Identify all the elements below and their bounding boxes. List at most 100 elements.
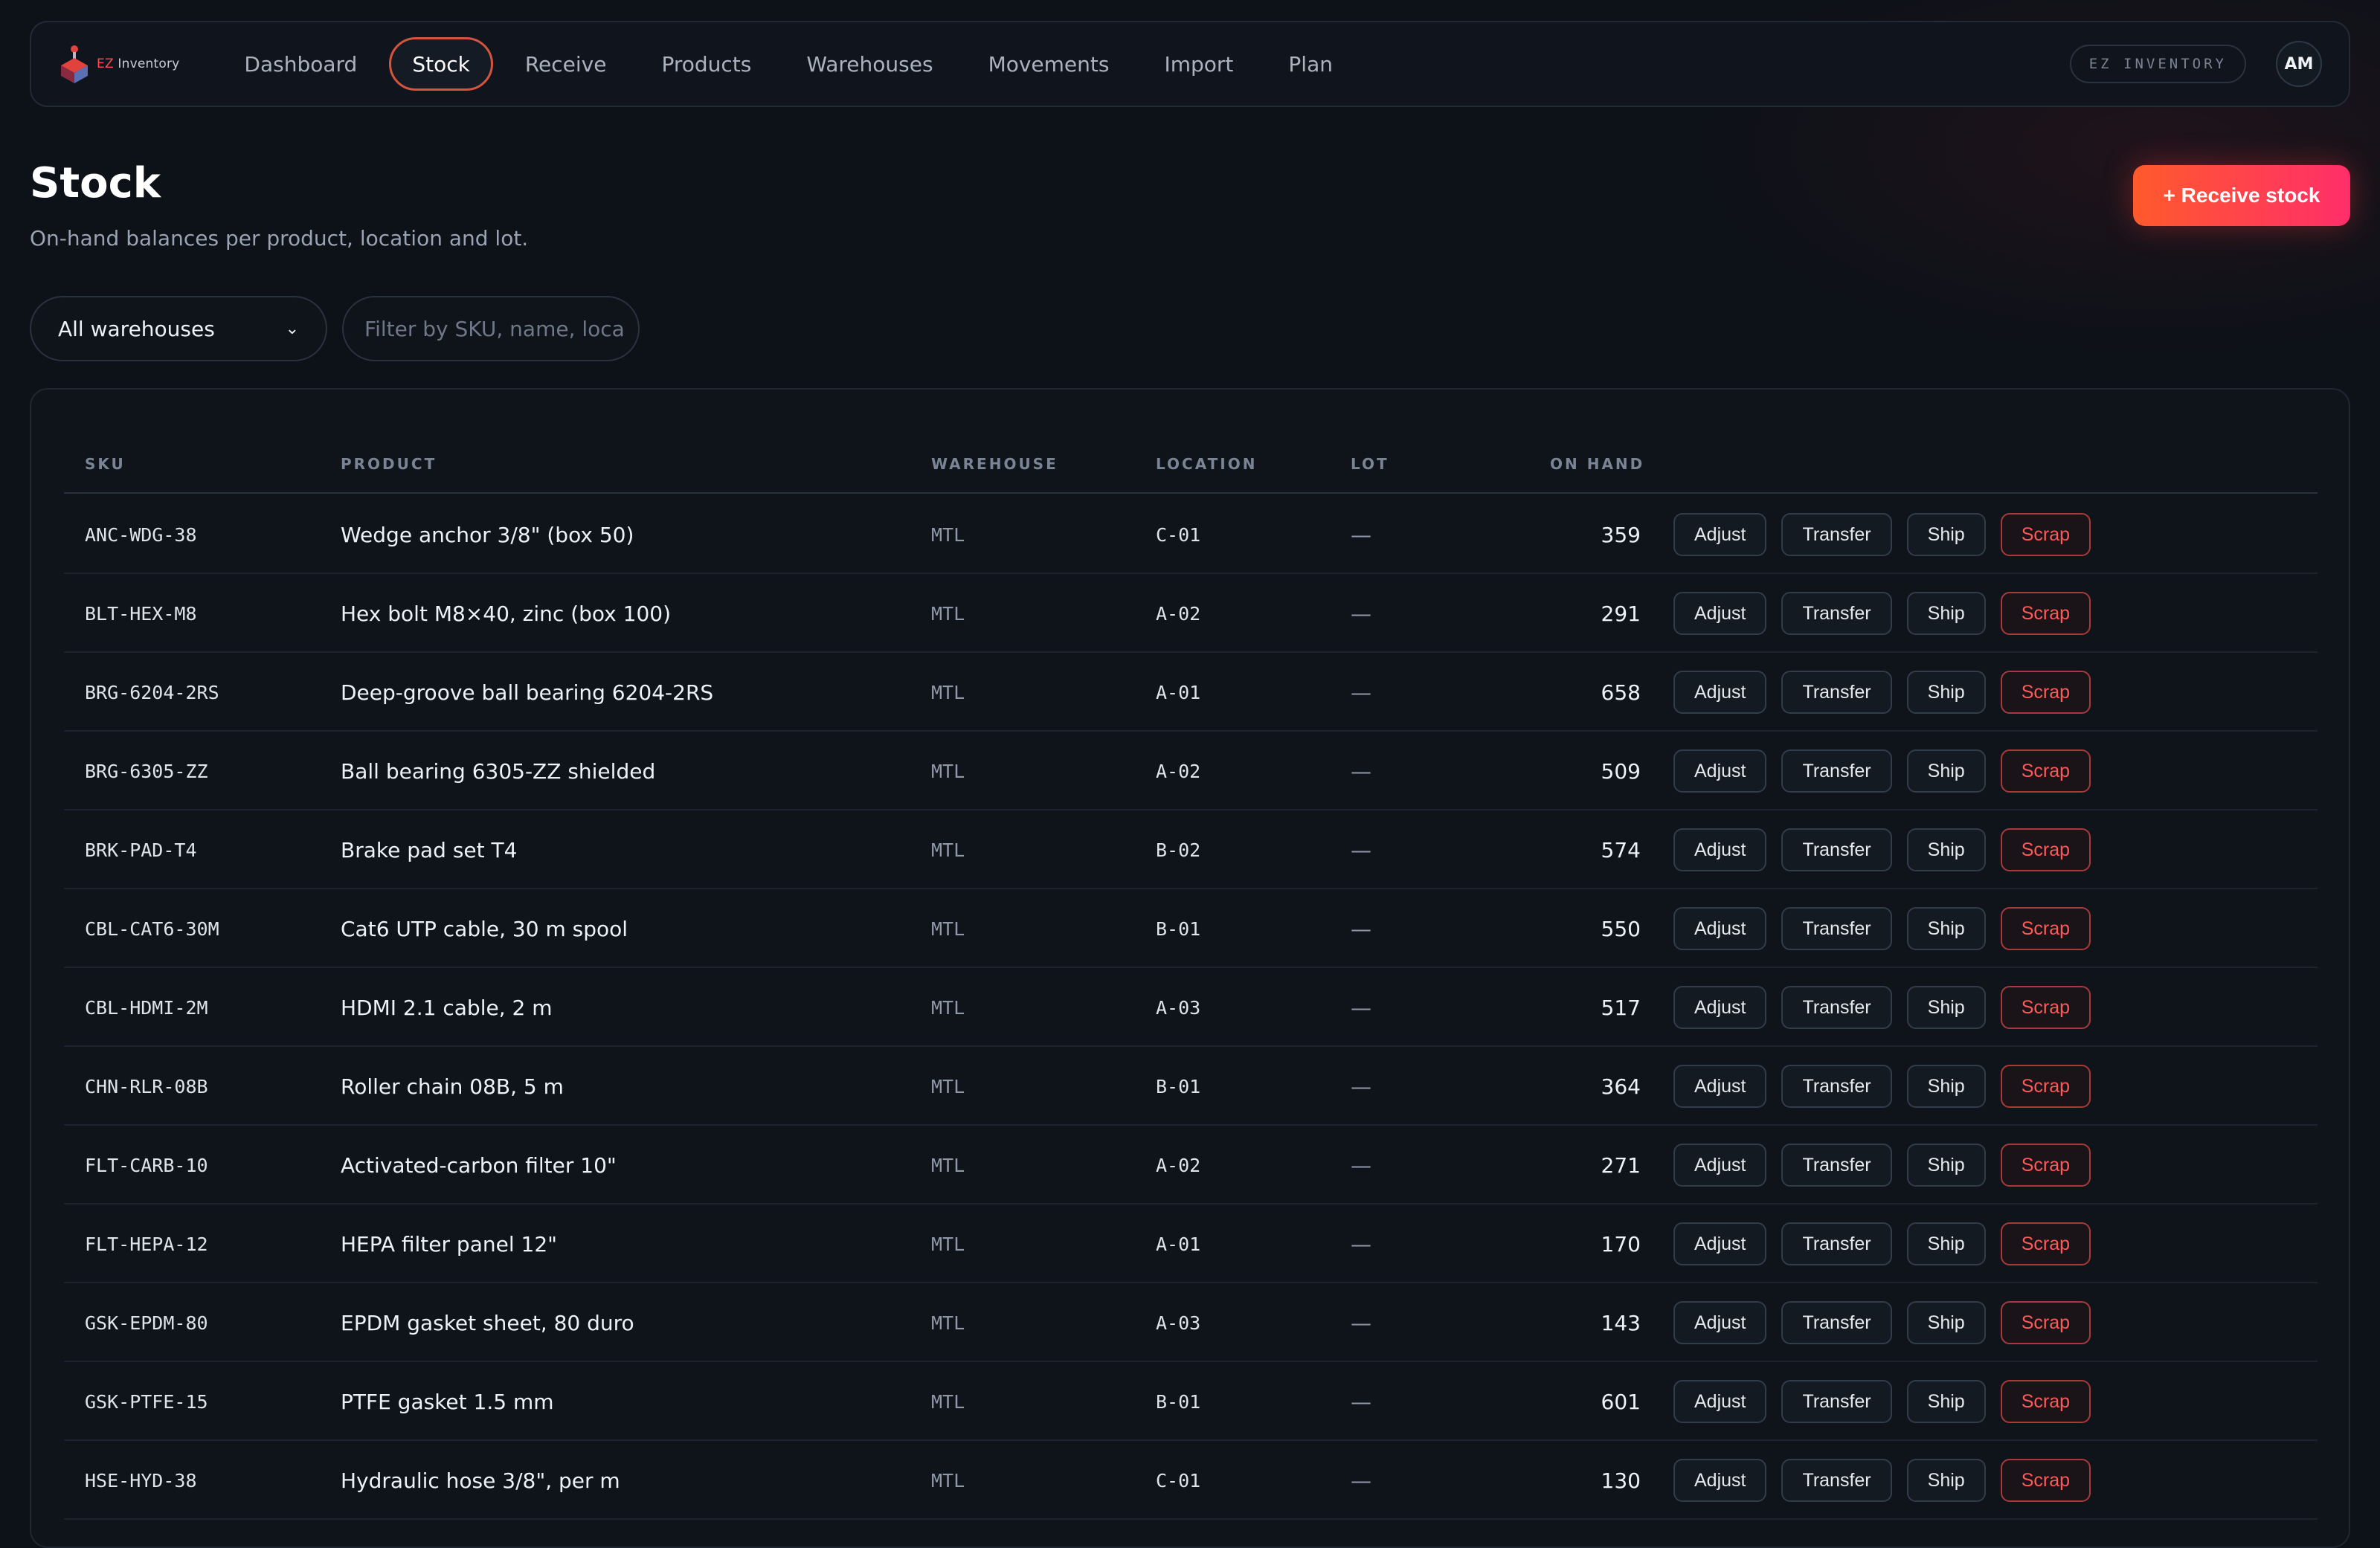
warehouse-cell: MTL <box>931 839 965 861</box>
ship-button[interactable]: Ship <box>1906 986 1986 1029</box>
location-cell: B-01 <box>1156 1390 1201 1413</box>
scrap-button[interactable]: Scrap <box>2000 1222 2091 1265</box>
table-row: ANC-WDG-38 Wedge anchor 3/8" (box 50) MTL C… <box>64 495 2318 574</box>
ship-button[interactable]: Ship <box>1906 1380 1986 1423</box>
transfer-button[interactable]: Transfer <box>1781 1301 1892 1344</box>
transfer-button[interactable]: Transfer <box>1781 1459 1892 1502</box>
transfer-button[interactable]: Transfer <box>1781 1380 1892 1423</box>
user-avatar[interactable]: AM <box>2276 41 2322 87</box>
adjust-button[interactable]: Adjust <box>1673 1301 1767 1344</box>
transfer-button[interactable]: Transfer <box>1781 749 1892 793</box>
row-actions: Adjust Transfer Ship Scrap <box>1673 1362 2091 1441</box>
on-hand-cell: 143 <box>1601 1310 1641 1335</box>
table-row: GSK-EPDM-80 EPDM gasket sheet, 80 duro MTL… <box>64 1283 2318 1362</box>
adjust-button[interactable]: Adjust <box>1673 1380 1767 1423</box>
scrap-button[interactable]: Scrap <box>2000 1380 2091 1423</box>
transfer-button[interactable]: Transfer <box>1781 1144 1892 1187</box>
nav-products[interactable]: Products <box>638 37 774 91</box>
ship-button[interactable]: Ship <box>1906 828 1986 871</box>
row-actions: Adjust Transfer Ship Scrap <box>1673 574 2091 653</box>
location-cell: A-02 <box>1156 1154 1201 1176</box>
adjust-button[interactable]: Adjust <box>1673 592 1767 635</box>
scrap-button[interactable]: Scrap <box>2000 828 2091 871</box>
product-cell: Ball bearing 6305-ZZ shielded <box>341 758 656 784</box>
location-cell: B-02 <box>1156 839 1201 861</box>
location-cell: A-01 <box>1156 681 1201 703</box>
table-row: FLT-CARB-10 Activated-carbon filter 10" MT… <box>64 1126 2318 1204</box>
ship-button[interactable]: Ship <box>1906 1301 1986 1344</box>
adjust-button[interactable]: Adjust <box>1673 1459 1767 1502</box>
lot-cell: — <box>1351 758 1371 784</box>
table-row: CHN-RLR-08B Roller chain 08B, 5 m MTL B-01 —… <box>64 1047 2318 1126</box>
scrap-button[interactable]: Scrap <box>2000 1065 2091 1108</box>
column-header-lot: LOT <box>1351 455 1389 473</box>
scrap-button[interactable]: Scrap <box>2000 1459 2091 1502</box>
ship-button[interactable]: Ship <box>1906 671 1986 714</box>
location-cell: B-01 <box>1156 1075 1201 1097</box>
ship-button[interactable]: Ship <box>1906 592 1986 635</box>
adjust-button[interactable]: Adjust <box>1673 907 1767 950</box>
product-cell: PTFE gasket 1.5 mm <box>341 1389 554 1414</box>
transfer-button[interactable]: Transfer <box>1781 828 1892 871</box>
transfer-button[interactable]: Transfer <box>1781 592 1892 635</box>
adjust-button[interactable]: Adjust <box>1673 749 1767 793</box>
transfer-button[interactable]: Transfer <box>1781 907 1892 950</box>
lot-cell: — <box>1351 916 1371 941</box>
nav-stock[interactable]: Stock <box>389 37 493 91</box>
adjust-button[interactable]: Adjust <box>1673 671 1767 714</box>
warehouse-select[interactable]: All warehouses ⌄ <box>30 296 327 361</box>
scrap-button[interactable]: Scrap <box>2000 513 2091 556</box>
nav-dashboard[interactable]: Dashboard <box>221 37 380 91</box>
adjust-button[interactable]: Adjust <box>1673 1065 1767 1108</box>
table-row: CBL-CAT6-30M Cat6 UTP cable, 30 m spool MT… <box>64 889 2318 968</box>
ship-button[interactable]: Ship <box>1906 513 1986 556</box>
ship-button[interactable]: Ship <box>1906 1222 1986 1265</box>
ship-button[interactable]: Ship <box>1906 1144 1986 1187</box>
location-cell: A-03 <box>1156 1312 1201 1334</box>
ship-button[interactable]: Ship <box>1906 1459 1986 1502</box>
brand-logo-icon <box>61 45 88 83</box>
adjust-button[interactable]: Adjust <box>1673 986 1767 1029</box>
page-subtitle: On-hand balances per product, location a… <box>30 226 529 251</box>
product-cell: Deep-groove ball bearing 6204-2RS <box>341 680 714 705</box>
adjust-button[interactable]: Adjust <box>1673 828 1767 871</box>
lot-cell: — <box>1351 1389 1371 1414</box>
top-navigation-bar: EZ Inventory Dashboard Stock Receive Pro… <box>30 21 2350 107</box>
nav-plan[interactable]: Plan <box>1265 37 1356 91</box>
sku-cell: CHN-RLR-08B <box>85 1075 208 1097</box>
warehouse-cell: MTL <box>931 1154 965 1176</box>
ship-button[interactable]: Ship <box>1906 749 1986 793</box>
ship-button[interactable]: Ship <box>1906 907 1986 950</box>
product-cell: HDMI 2.1 cable, 2 m <box>341 995 553 1020</box>
on-hand-cell: 271 <box>1601 1152 1641 1178</box>
product-cell: Brake pad set T4 <box>341 837 518 862</box>
brand[interactable]: EZ Inventory <box>58 43 179 85</box>
table-row: BRG-6305-ZZ Ball bearing 6305-ZZ shielded… <box>64 732 2318 810</box>
transfer-button[interactable]: Transfer <box>1781 513 1892 556</box>
on-hand-cell: 170 <box>1601 1231 1641 1257</box>
transfer-button[interactable]: Transfer <box>1781 671 1892 714</box>
filter-input[interactable]: Filter by SKU, name, loca <box>342 296 640 361</box>
nav-import[interactable]: Import <box>1141 37 1256 91</box>
table-row: GSK-PTFE-15 PTFE gasket 1.5 mm MTL B-01 — 601… <box>64 1362 2318 1441</box>
transfer-button[interactable]: Transfer <box>1781 1222 1892 1265</box>
scrap-button[interactable]: Scrap <box>2000 1301 2091 1344</box>
adjust-button[interactable]: Adjust <box>1673 1144 1767 1187</box>
transfer-button[interactable]: Transfer <box>1781 986 1892 1029</box>
adjust-button[interactable]: Adjust <box>1673 1222 1767 1265</box>
scrap-button[interactable]: Scrap <box>2000 907 2091 950</box>
adjust-button[interactable]: Adjust <box>1673 513 1767 556</box>
ship-button[interactable]: Ship <box>1906 1065 1986 1108</box>
scrap-button[interactable]: Scrap <box>2000 1144 2091 1187</box>
column-header-sku: SKU <box>85 455 126 473</box>
nav-movements[interactable]: Movements <box>965 37 1133 91</box>
transfer-button[interactable]: Transfer <box>1781 1065 1892 1108</box>
receive-stock-button[interactable]: + Receive stock <box>2133 165 2350 226</box>
scrap-button[interactable]: Scrap <box>2000 986 2091 1029</box>
scrap-button[interactable]: Scrap <box>2000 749 2091 793</box>
warehouse-cell: MTL <box>931 1075 965 1097</box>
nav-receive[interactable]: Receive <box>502 37 630 91</box>
scrap-button[interactable]: Scrap <box>2000 592 2091 635</box>
nav-warehouses[interactable]: Warehouses <box>783 37 956 91</box>
scrap-button[interactable]: Scrap <box>2000 671 2091 714</box>
